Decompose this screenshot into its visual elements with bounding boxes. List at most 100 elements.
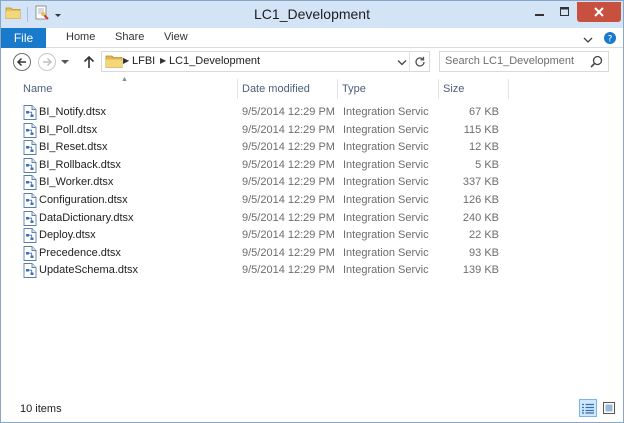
file-type: Integration Servic... [343, 193, 429, 206]
ribbon-right-controls: ? [583, 31, 617, 48]
file-name: Precedence.dtsx [39, 246, 121, 259]
back-icon [13, 53, 31, 71]
file-row[interactable]: BI_Rollback.dtsx 9/5/2014 12:29 PM Integra… [1, 157, 611, 175]
file-date-modified: 9/5/2014 12:29 PM [242, 176, 335, 189]
column-divider[interactable] [508, 79, 509, 99]
file-size: 5 KB [475, 158, 499, 171]
column-header-name[interactable]: Name [23, 83, 52, 95]
dtsx-file-icon [23, 122, 37, 138]
minimize-button[interactable] [527, 2, 553, 22]
back-button[interactable] [12, 52, 32, 72]
column-divider[interactable] [337, 79, 338, 99]
dtsx-file-icon [23, 210, 37, 226]
search-box[interactable] [439, 51, 609, 72]
file-name: DataDictionary.dtsx [39, 211, 134, 224]
tab-share[interactable]: Share [115, 31, 144, 43]
ribbon-tabs: File Home Share View ? [1, 28, 623, 48]
column-header-size[interactable]: Size [443, 83, 464, 95]
file-date-modified: 9/5/2014 12:29 PM [242, 211, 335, 224]
file-date-modified: 9/5/2014 12:29 PM [242, 106, 335, 118]
maximize-button[interactable] [553, 2, 577, 22]
file-row[interactable]: Configuration.dtsx 9/5/2014 12:29 PM Integ… [1, 192, 611, 210]
file-size: 93 KB [469, 246, 499, 259]
address-bar[interactable]: ▶ LFBI ▶ LC1_Development [101, 51, 430, 72]
file-type: Integration Servic... [343, 158, 429, 171]
dtsx-file-icon [23, 245, 37, 261]
address-history-button[interactable] [396, 55, 408, 69]
file-row[interactable]: Precedence.dtsx 9/5/2014 12:29 PM Integrat… [1, 245, 611, 263]
file-size: 12 KB [469, 141, 499, 154]
breadcrumb-lfbi[interactable]: LFBI [132, 55, 155, 67]
item-count: 10 items [20, 403, 62, 415]
file-date-modified: 9/5/2014 12:29 PM [242, 141, 335, 154]
file-name: Deploy.dtsx [39, 229, 96, 242]
search-input[interactable] [445, 55, 585, 67]
file-type: Integration Servic... [343, 106, 429, 118]
file-row[interactable]: BI_Poll.dtsx 9/5/2014 12:29 PM Integration… [1, 122, 611, 140]
navigation-bar: ▶ LFBI ▶ LC1_Development [1, 49, 623, 75]
close-button[interactable] [577, 2, 621, 22]
column-divider[interactable] [438, 79, 439, 99]
search-icon[interactable] [590, 55, 603, 71]
file-row[interactable]: DataDictionary.dtsx 9/5/2014 12:29 PM Inte… [1, 210, 611, 228]
tab-home[interactable]: Home [66, 31, 95, 43]
dtsx-file-icon [23, 263, 37, 279]
sort-ascending-icon: ▲ [121, 76, 128, 83]
file-name: BI_Rollback.dtsx [39, 158, 121, 171]
file-date-modified: 9/5/2014 12:29 PM [242, 158, 335, 171]
file-size: 115 KB [463, 123, 499, 136]
file-date-modified: 9/5/2014 12:29 PM [242, 123, 335, 136]
file-row[interactable]: Deploy.dtsx 9/5/2014 12:29 PM Integration … [1, 227, 611, 245]
forward-button[interactable] [37, 52, 57, 72]
file-type: Integration Servic... [343, 176, 429, 189]
file-name: BI_Worker.dtsx [39, 176, 114, 189]
recent-locations-button[interactable] [59, 52, 71, 72]
file-date-modified: 9/5/2014 12:29 PM [242, 229, 335, 242]
column-header-date-modified[interactable]: Date modified [242, 83, 310, 95]
file-name: UpdateSchema.dtsx [39, 264, 139, 277]
file-row[interactable]: BI_Notify.dtsx 9/5/2014 12:29 PM Integrati… [1, 104, 611, 122]
dtsx-file-icon [23, 140, 37, 156]
chevron-down-icon [61, 60, 69, 64]
file-type: Integration Servic... [343, 246, 429, 259]
file-size: 240 KB [462, 211, 499, 224]
details-view-button[interactable] [579, 399, 597, 417]
breadcrumb-separator-icon[interactable]: ▶ [160, 56, 166, 65]
refresh-icon [414, 56, 425, 67]
help-icon[interactable]: ? [603, 31, 617, 48]
expand-ribbon-icon[interactable] [583, 33, 593, 47]
breadcrumb-separator-icon[interactable]: ▶ [123, 56, 129, 65]
dtsx-file-icon [23, 228, 37, 244]
details-view-icon [582, 403, 594, 414]
file-type: Integration Servic... [343, 123, 429, 136]
file-row[interactable]: UpdateSchema.dtsx 9/5/2014 12:29 PM Integr… [1, 262, 611, 280]
file-size: 67 KB [469, 106, 499, 118]
file-name: Configuration.dtsx [39, 193, 128, 206]
breadcrumb-current-folder[interactable]: LC1_Development [169, 55, 260, 67]
file-type: Integration Servic... [343, 229, 429, 242]
column-divider[interactable] [237, 79, 238, 99]
up-button[interactable] [79, 52, 99, 72]
column-header-type[interactable]: Type [342, 83, 366, 95]
tab-view[interactable]: View [164, 31, 188, 43]
large-icons-view-button[interactable] [600, 399, 618, 417]
file-size: 139 KB [462, 264, 499, 277]
file-size: 22 KB [469, 229, 499, 242]
refresh-button[interactable] [409, 52, 429, 71]
file-size: 126 KB [462, 193, 499, 206]
file-date-modified: 9/5/2014 12:29 PM [242, 246, 335, 259]
file-row[interactable]: BI_Reset.dtsx 9/5/2014 12:29 PM Integratio… [1, 139, 611, 157]
file-name: BI_Poll.dtsx [39, 123, 98, 136]
svg-text:?: ? [608, 35, 613, 45]
arrow-up-icon [83, 55, 95, 68]
file-type: Integration Servic... [343, 211, 429, 224]
dtsx-file-icon [23, 193, 37, 208]
file-row[interactable]: BI_Worker.dtsx 9/5/2014 12:29 PM Integrati… [1, 174, 611, 192]
file-date-modified: 9/5/2014 12:29 PM [242, 193, 335, 206]
column-header-row: ▲ Name Date modified Type Size [1, 76, 611, 99]
tab-file[interactable]: File [1, 28, 46, 48]
dtsx-file-icon [23, 105, 37, 120]
status-bar: 10 items [1, 397, 623, 422]
forward-icon [38, 53, 56, 71]
file-type: Integration Servic... [343, 141, 429, 154]
